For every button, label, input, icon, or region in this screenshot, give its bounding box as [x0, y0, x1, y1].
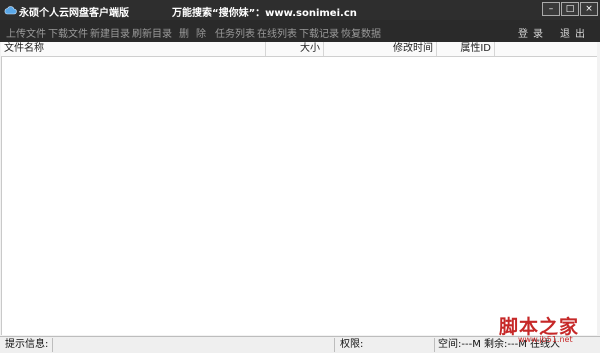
status-divider	[52, 338, 53, 352]
column-attr-id[interactable]: 属性ID	[437, 42, 495, 56]
refresh-folder-button[interactable]: 刷新目录	[132, 25, 172, 40]
toolbar: 上传文件 下载文件 新建目录 刷新目录 删 除 任务列表 在线列表 下载记录 恢…	[0, 20, 600, 42]
minimize-button[interactable]: –	[542, 2, 560, 16]
file-list-header: 文件名称 大小 修改时间 属性ID	[1, 42, 597, 57]
restore-data-button[interactable]: 恢复数据	[341, 25, 381, 40]
column-size[interactable]: 大小	[266, 42, 324, 56]
status-info-label: 提示信息:	[5, 339, 49, 350]
delete-button-part2[interactable]: 除	[196, 25, 206, 40]
promo-text: 万能搜索“搜你妹”：www.sonimei.cn	[172, 8, 357, 19]
file-list[interactable]	[1, 57, 597, 335]
maximize-button[interactable]: □	[561, 2, 579, 16]
app-window: 永硕个人云网盘客户端版 万能搜索“搜你妹”：www.sonimei.cn – □…	[0, 0, 600, 353]
download-history-button[interactable]: 下载记录	[299, 25, 339, 40]
new-folder-button[interactable]: 新建目录	[90, 25, 130, 40]
download-file-button[interactable]: 下载文件	[48, 25, 88, 40]
status-divider	[334, 338, 335, 352]
online-list-button[interactable]: 在线列表	[257, 25, 297, 40]
status-permission-label: 权限:	[340, 339, 364, 350]
watermark-url: www.jb51.net	[518, 335, 573, 344]
column-modified[interactable]: 修改时间	[324, 42, 437, 56]
login-button[interactable]: 登录	[518, 25, 548, 40]
exit-button[interactable]: 退出	[560, 25, 590, 40]
cloud-icon	[4, 6, 17, 15]
delete-button-part1[interactable]: 删	[179, 25, 189, 40]
task-list-button[interactable]: 任务列表	[215, 25, 255, 40]
app-title: 永硕个人云网盘客户端版	[19, 8, 129, 19]
column-name[interactable]: 文件名称	[1, 42, 266, 56]
upload-file-button[interactable]: 上传文件	[6, 25, 46, 40]
window-controls: – □ ×	[542, 2, 598, 16]
column-empty	[495, 42, 597, 56]
status-divider	[434, 338, 435, 352]
close-button[interactable]: ×	[580, 2, 598, 16]
title-bar[interactable]: 永硕个人云网盘客户端版 万能搜索“搜你妹”：www.sonimei.cn – □…	[0, 0, 600, 20]
